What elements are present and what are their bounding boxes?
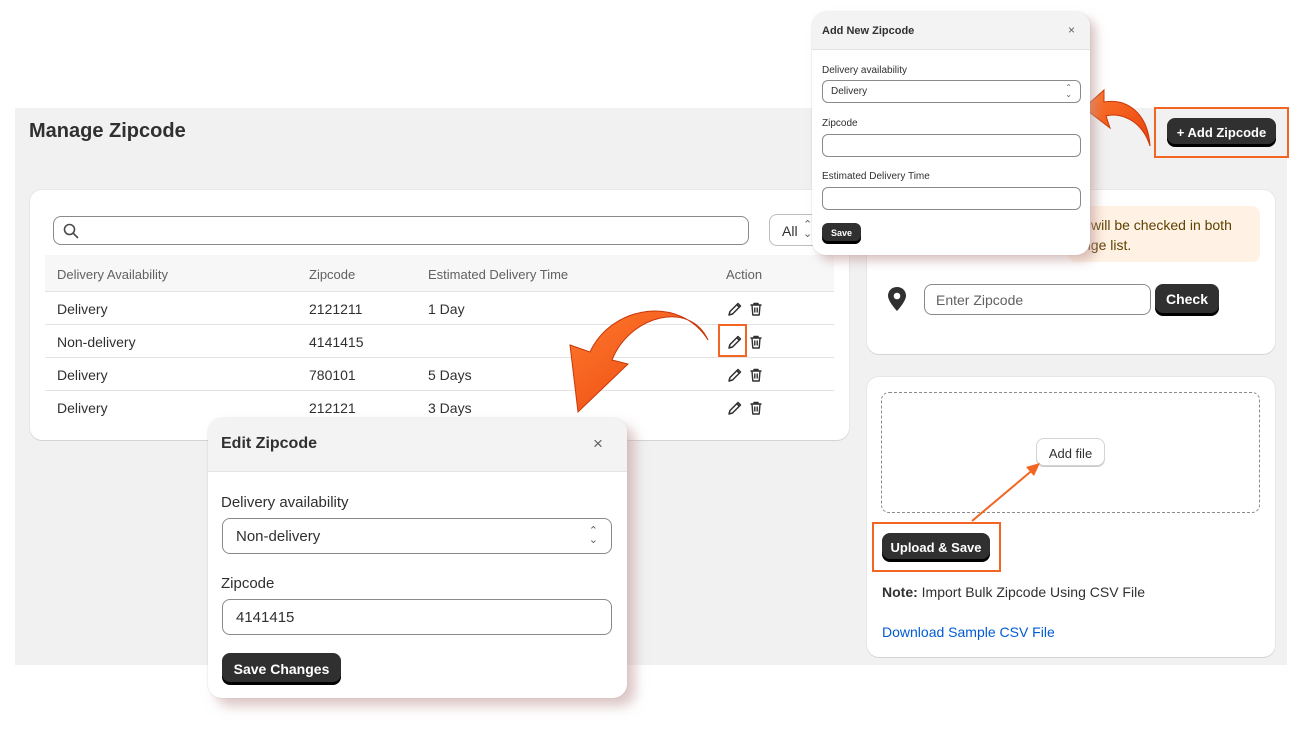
- row-zipcode: 780101: [309, 367, 356, 383]
- add-zipcode-modal: Add New Zipcode × Delivery availability …: [812, 12, 1090, 255]
- search-icon: [63, 223, 79, 239]
- availability-label: Delivery availability: [822, 65, 908, 76]
- availability-label: Delivery availability: [221, 494, 349, 511]
- close-icon[interactable]: ×: [1068, 23, 1075, 37]
- banner-text: nge list.: [1083, 237, 1132, 253]
- banner-text: will be checked in both: [1091, 217, 1232, 233]
- pencil-icon[interactable]: [727, 400, 743, 416]
- close-icon[interactable]: ×: [593, 434, 603, 454]
- row-delivery-time: 5 Days: [428, 367, 472, 383]
- download-sample-csv-link[interactable]: Download Sample CSV File: [882, 624, 1055, 640]
- table-row: [45, 325, 834, 358]
- zipcode-label: Zipcode: [221, 575, 275, 592]
- page-title: Manage Zipcode: [29, 120, 186, 142]
- modal-title: Add New Zipcode: [822, 25, 915, 37]
- add-zipcode-button[interactable]: + Add Zipcode: [1167, 118, 1276, 146]
- trash-icon[interactable]: [748, 301, 764, 317]
- pencil-icon[interactable]: [727, 301, 743, 317]
- zipcode-label: Zipcode: [822, 118, 858, 129]
- note-label: Note:: [882, 584, 918, 600]
- chevron-up-down-icon: ⌃ ⌄: [1065, 83, 1072, 99]
- column-header-action: Action: [726, 267, 763, 282]
- filter-select-value: All: [782, 223, 798, 239]
- note-description: Import Bulk Zipcode Using CSV File: [917, 584, 1145, 600]
- edit-zipcode-modal: Edit Zipcode × Delivery availability Non…: [208, 418, 627, 698]
- row-zipcode: 2121211: [309, 301, 363, 317]
- row-delivery-time: 3 Days: [428, 400, 472, 416]
- zipcode-field[interactable]: [822, 134, 1081, 157]
- location-pin-icon: [888, 287, 906, 311]
- chevron-up-down-icon: ⌃ ⌄: [803, 219, 813, 240]
- row-zipcode: 212121: [309, 400, 356, 416]
- save-changes-button[interactable]: Save Changes: [222, 653, 341, 684]
- column-header-availability: Delivery Availability: [57, 267, 169, 282]
- row-zipcode: 4141415: [309, 334, 364, 350]
- row-availability: Delivery: [57, 301, 108, 317]
- availability-select-value: Delivery: [831, 86, 868, 97]
- save-button[interactable]: Save: [822, 223, 861, 243]
- zipcode-field[interactable]: 4141415: [222, 599, 612, 635]
- zipcode-check-input[interactable]: Enter Zipcode: [924, 284, 1151, 315]
- upload-button-highlight: [872, 522, 1001, 572]
- chevron-up-down-icon: ⌃ ⌄: [588, 525, 598, 546]
- trash-icon[interactable]: [748, 400, 764, 416]
- trash-icon[interactable]: [748, 334, 764, 350]
- row-availability: Non-delivery: [57, 334, 136, 350]
- pencil-icon[interactable]: [727, 367, 743, 383]
- delivery-time-field[interactable]: [822, 187, 1081, 210]
- row-availability: Delivery: [57, 400, 108, 416]
- column-header-delivery-time: Estimated Delivery Time: [428, 267, 569, 282]
- row-delivery-time: 1 Day: [428, 301, 465, 317]
- availability-select[interactable]: Delivery ⌃ ⌄: [822, 80, 1081, 103]
- column-header-zipcode: Zipcode: [309, 267, 356, 282]
- trash-icon[interactable]: [748, 367, 764, 383]
- add-file-button[interactable]: Add file: [1036, 438, 1105, 466]
- availability-select-value: Non-delivery: [236, 528, 321, 545]
- check-button[interactable]: Check: [1155, 284, 1219, 315]
- note-text: Note: Import Bulk Zipcode Using CSV File: [882, 584, 1145, 600]
- delivery-time-label: Estimated Delivery Time: [822, 171, 930, 182]
- modal-title: Edit Zipcode: [221, 435, 317, 452]
- availability-select[interactable]: Non-delivery ⌃ ⌄: [222, 518, 612, 554]
- search-input[interactable]: [53, 216, 749, 245]
- info-banner: [1068, 206, 1260, 262]
- row-availability: Delivery: [57, 367, 108, 383]
- edit-icon-highlight: [718, 324, 747, 357]
